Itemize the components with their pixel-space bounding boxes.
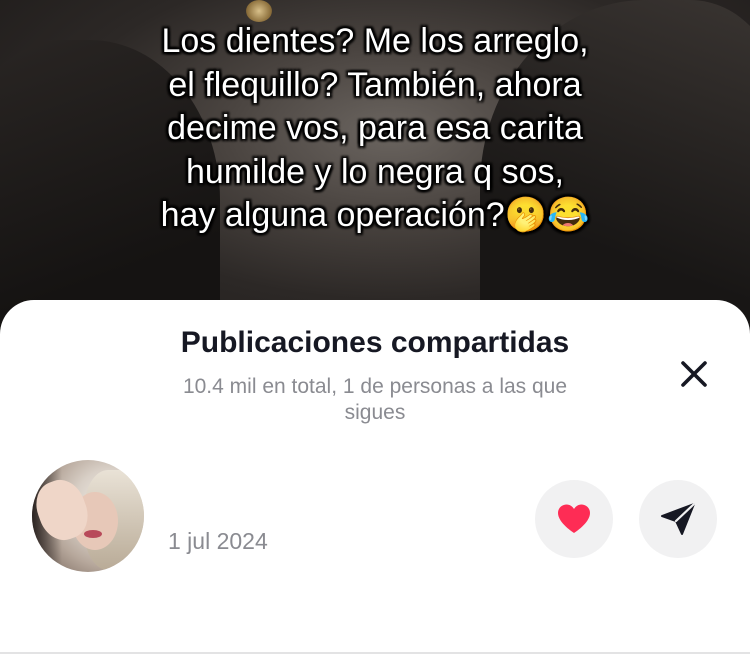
shared-posts-sheet: Publicaciones compartidas 10.4 mil en to… <box>0 300 750 654</box>
video-caption: Los dientes? Me los arreglo, el flequill… <box>60 20 690 238</box>
like-button[interactable] <box>535 480 613 558</box>
caption-line: Los dientes? Me los arreglo, <box>161 22 589 60</box>
caption-line: hay alguna operación?🫢😂 <box>160 196 590 234</box>
caption-line: decime vos, para esa carita <box>167 109 583 147</box>
heart-icon <box>558 504 590 533</box>
close-button[interactable] <box>674 354 714 394</box>
video-background: Los dientes? Me los arreglo, el flequill… <box>0 0 750 330</box>
avatar-lips <box>84 530 102 538</box>
send-button[interactable] <box>639 480 717 558</box>
list-item[interactable]: 1 jul 2024 <box>0 460 750 576</box>
close-icon <box>681 361 707 387</box>
avatar[interactable] <box>32 460 144 572</box>
sheet-title: Publicaciones compartidas <box>180 326 570 359</box>
background-brooch <box>246 0 272 22</box>
caption-line: el flequillo? También, ahora <box>168 65 582 104</box>
send-icon <box>661 502 696 535</box>
share-date: 1 jul 2024 <box>168 528 268 554</box>
sheet-subtitle: 10.4 mil en total, 1 de personas a las q… <box>182 375 568 424</box>
caption-line: humilde y lo negra q sos, <box>186 152 564 191</box>
